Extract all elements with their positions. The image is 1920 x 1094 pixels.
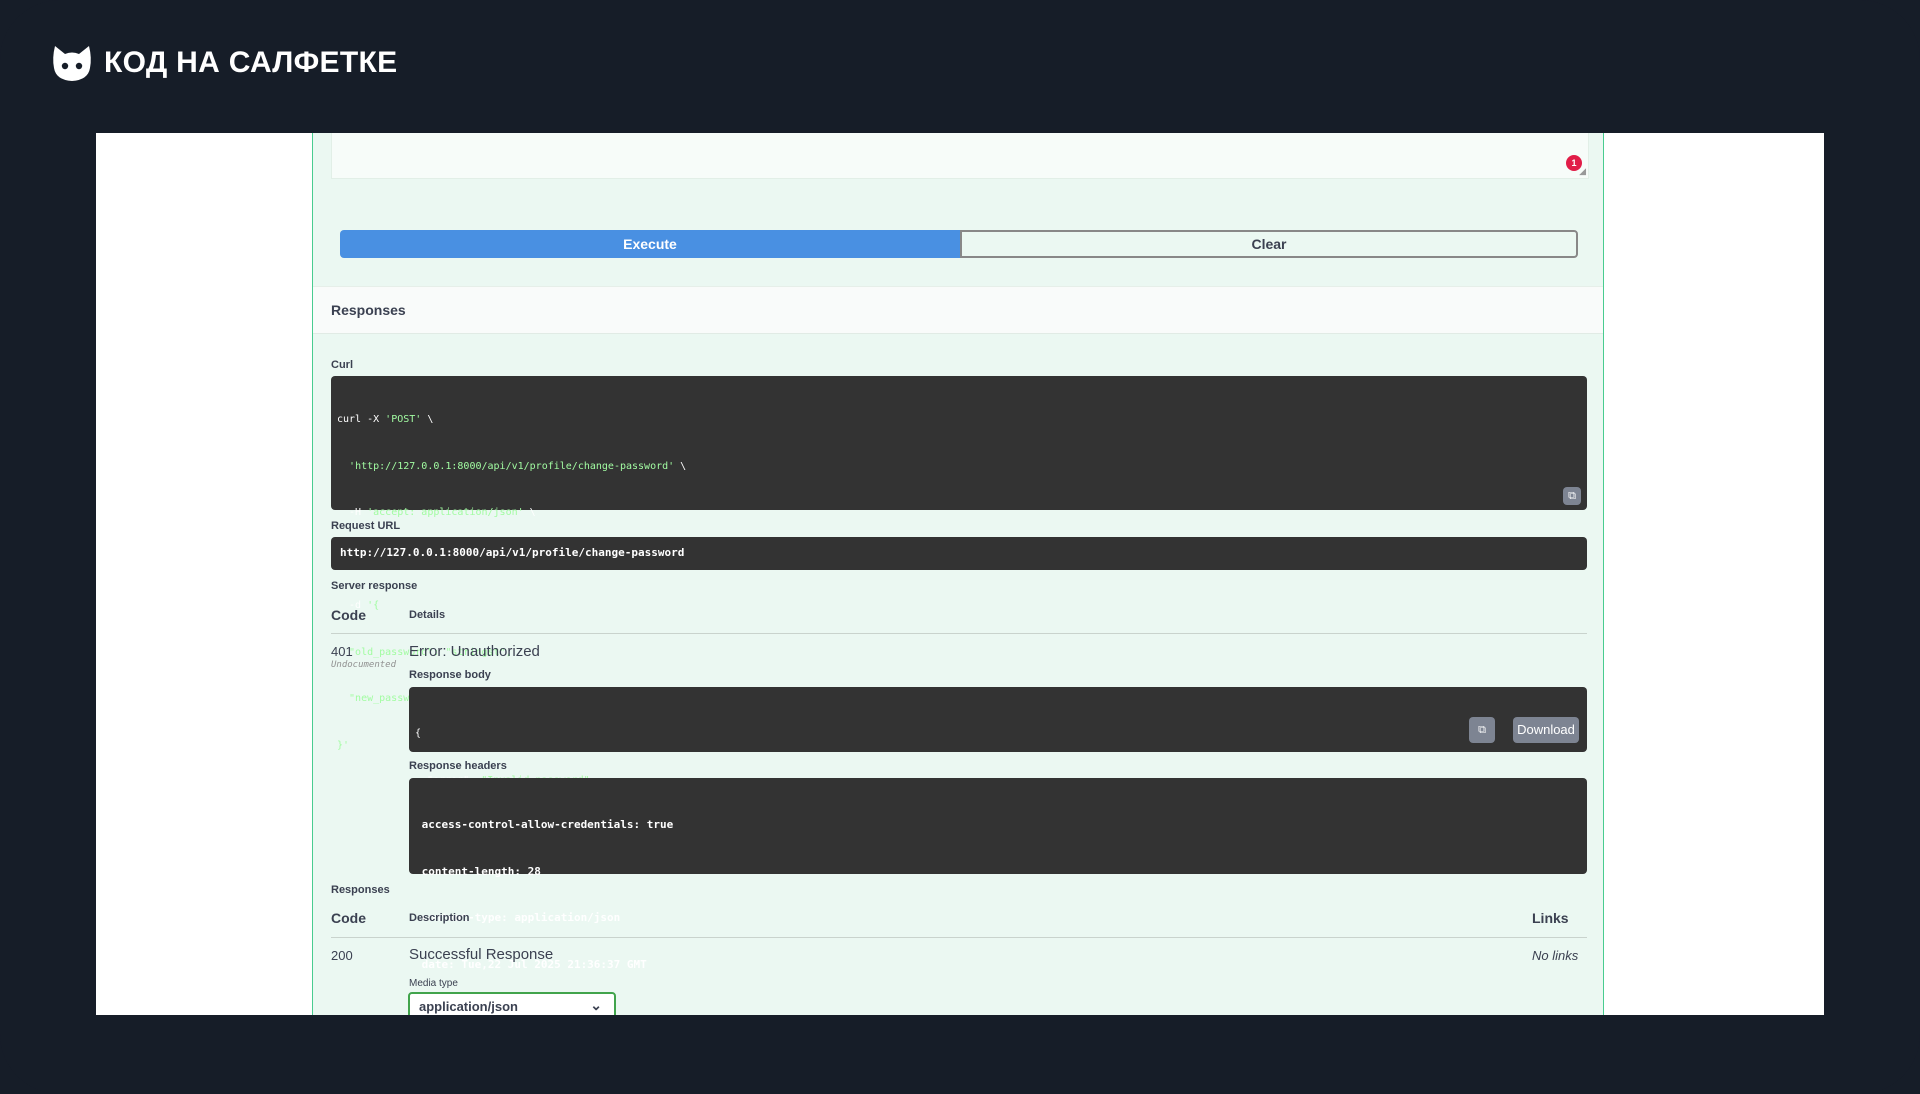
- download-button[interactable]: Download: [1513, 717, 1579, 743]
- curl-line: 'http://127.0.0.1:8000/api/v1/profile/ch…: [349, 460, 687, 472]
- curl-line: -H 'accept: application/json' \: [337, 507, 536, 518]
- media-type-label: Media type: [409, 978, 458, 989]
- operation-block: 1 ◢ Execute Clear Responses Curl curl -X…: [312, 133, 1604, 1015]
- header-line: content-type: application/json: [415, 911, 621, 924]
- curl-line: -d '{: [337, 600, 380, 611]
- response-headers-block[interactable]: access-control-allow-credentials: true c…: [409, 778, 1587, 1015]
- cat-head-icon: [53, 46, 91, 81]
- media-type-value: application/json: [419, 999, 518, 1014]
- response-status-code: 401: [331, 644, 353, 659]
- table-divider: [331, 937, 1587, 938]
- header-line: content-length: 28: [415, 864, 541, 878]
- curl-code-block[interactable]: curl -X 'POST' \ 'http://127.0.0.1:8000/…: [331, 376, 1587, 751]
- execute-button[interactable]: Execute: [340, 230, 960, 258]
- execute-button-group: Execute Clear: [340, 230, 1578, 258]
- details-column-header: Details: [409, 609, 446, 621]
- copy-icon[interactable]: ⧉: [1469, 717, 1495, 743]
- curl-label: Curl: [331, 359, 353, 371]
- responses-label: Responses: [331, 884, 390, 896]
- brand-logo: КОД НА САЛФЕТКЕ: [52, 42, 397, 84]
- copy-icon[interactable]: ⧉: [1563, 487, 1581, 505]
- media-type-select[interactable]: application/json ⌄: [408, 992, 616, 1015]
- clear-button[interactable]: Clear: [960, 230, 1578, 258]
- app-frame: КОД НА САЛФЕТКЕ 1 ◢ Execute Clear Respon…: [0, 0, 1920, 1094]
- brand-name: КОД НА САЛФЕТКЕ: [104, 46, 398, 79]
- server-response-label: Server response: [331, 580, 418, 592]
- body-line: {: [415, 728, 422, 739]
- response-description: Successful Response: [409, 946, 554, 963]
- curl-line: curl -X 'POST' \: [337, 414, 434, 425]
- response-body-block[interactable]: { "error": "Invalid password" } ⧉ Downlo…: [409, 687, 1587, 832]
- table-divider: [331, 633, 1587, 634]
- request-url-label: Request URL: [331, 520, 401, 532]
- code-column-header: Code: [331, 607, 366, 623]
- resize-grip-icon[interactable]: ◢: [1579, 166, 1586, 177]
- request-body-textarea[interactable]: 1 ◢: [331, 133, 1589, 179]
- chevron-down-icon: ⌄: [590, 997, 602, 1013]
- response-code-200: 200: [331, 948, 353, 963]
- no-links-text: No links: [1532, 948, 1579, 963]
- header-line: date: Tue,22 Jul 2025 21:36:37 GMT: [415, 957, 647, 971]
- response-headers-label: Response headers: [409, 760, 507, 772]
- header-line: access-control-allow-credentials: true: [415, 818, 674, 831]
- code-column-header: Code: [331, 910, 366, 926]
- browser-viewport: 1 ◢ Execute Clear Responses Curl curl -X…: [96, 133, 1824, 1015]
- response-error-text: Error: Unauthorized: [409, 643, 540, 660]
- links-column-header: Links: [1532, 910, 1569, 926]
- response-body-label: Response body: [409, 669, 491, 681]
- responses-header-title: Responses: [331, 302, 406, 318]
- description-column-header: Description: [409, 912, 470, 924]
- undocumented-note: Undocumented: [331, 660, 397, 670]
- responses-section-header: Responses: [313, 286, 1603, 334]
- request-url-value[interactable]: http://127.0.0.1:8000/api/v1/profile/cha…: [331, 537, 1587, 570]
